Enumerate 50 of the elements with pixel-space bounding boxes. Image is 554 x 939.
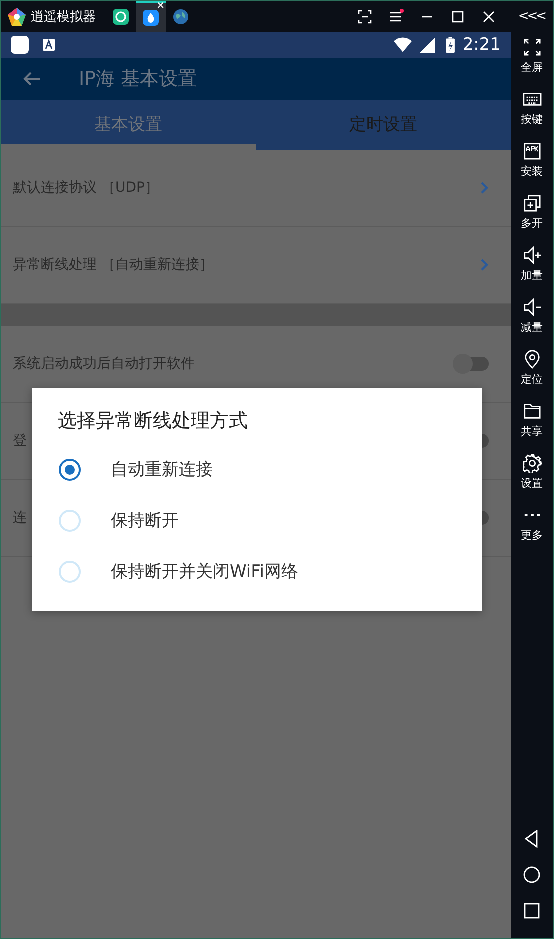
close-icon[interactable] bbox=[481, 8, 498, 24]
sidebar-label[interactable]: 安装 bbox=[521, 164, 543, 179]
volume-up-icon[interactable] bbox=[522, 246, 542, 265]
logo-icon bbox=[7, 6, 27, 26]
emulator-title: 逍遥模拟器 bbox=[31, 8, 96, 26]
sidebar-label[interactable]: 共享 bbox=[521, 424, 543, 439]
sidebar-label[interactable]: 设置 bbox=[521, 476, 543, 491]
signal-icon bbox=[418, 37, 436, 53]
settings-icon[interactable] bbox=[522, 454, 542, 473]
fullscreen-icon[interactable] bbox=[522, 38, 542, 57]
sidebar-label[interactable]: 全屏 bbox=[521, 60, 543, 75]
window-plus-icon[interactable] bbox=[522, 194, 542, 213]
radio-button[interactable] bbox=[59, 458, 81, 480]
collapse-button[interactable]: <<< bbox=[518, 9, 545, 24]
screenshot-icon[interactable] bbox=[357, 8, 374, 24]
sidebar-label[interactable]: 按键 bbox=[521, 112, 543, 127]
sidebar-label[interactable]: 多开 bbox=[521, 216, 543, 231]
close-tab-button[interactable]: ✕ bbox=[156, 2, 165, 12]
maximize-icon[interactable] bbox=[450, 8, 466, 24]
sidebar-label[interactable]: 更多 bbox=[521, 528, 543, 543]
location-pin-icon[interactable] bbox=[522, 350, 542, 369]
home-circle-icon[interactable] bbox=[523, 866, 541, 884]
option-label[interactable]: 保持断开并关闭WiFi网络 bbox=[111, 560, 298, 583]
option-label[interactable]: 自动重新连接 bbox=[111, 458, 213, 481]
globe-icon bbox=[173, 8, 189, 24]
setting-label: 连 bbox=[13, 509, 27, 527]
option-label[interactable]: 保持断开 bbox=[111, 509, 179, 532]
app-bar-title: IP海 基本设置 bbox=[79, 67, 198, 92]
status-time: 2:21 bbox=[462, 35, 501, 55]
wifi-icon bbox=[394, 37, 412, 53]
sidebar-label[interactable]: 加量 bbox=[521, 268, 543, 283]
app-icon bbox=[113, 8, 129, 24]
keyboard-icon[interactable] bbox=[522, 90, 542, 109]
recents-square-icon[interactable] bbox=[523, 902, 541, 920]
keyboard-notification-icon bbox=[43, 39, 55, 51]
toggle-switch[interactable] bbox=[455, 357, 489, 371]
app-tab[interactable]: ✕ bbox=[136, 1, 166, 32]
folder-icon[interactable] bbox=[522, 402, 542, 421]
notification-icon bbox=[11, 36, 29, 54]
dialog-title: 选择异常断线处理方式 bbox=[57, 409, 249, 434]
volume-down-icon[interactable] bbox=[522, 298, 542, 317]
drop-icon bbox=[143, 10, 159, 26]
battery-icon bbox=[446, 37, 455, 53]
sidebar-label[interactable]: 定位 bbox=[521, 372, 543, 387]
sidebar-label[interactable]: 减量 bbox=[521, 320, 543, 335]
setting-label: 系统启动成功后自动打开软件 bbox=[13, 355, 195, 373]
menu-icon[interactable] bbox=[388, 8, 404, 24]
back-icon[interactable] bbox=[23, 71, 41, 87]
apk-icon[interactable] bbox=[522, 142, 542, 161]
setting-label: 登 bbox=[13, 432, 27, 450]
